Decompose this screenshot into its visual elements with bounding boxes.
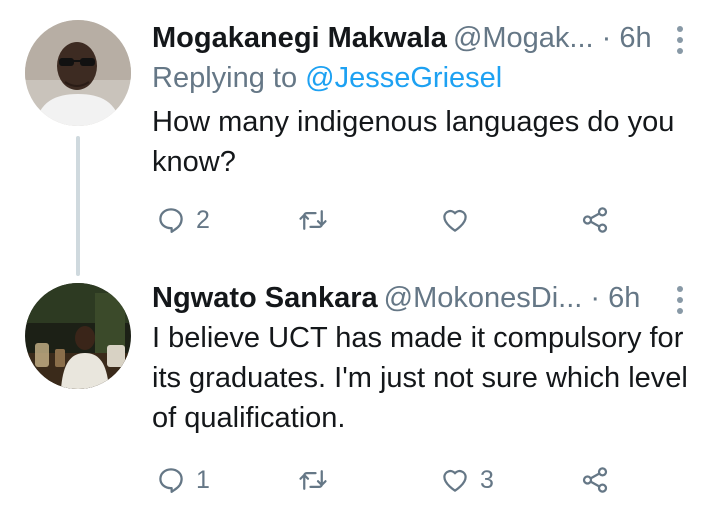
author-name[interactable]: Mogakanegi Makwala bbox=[152, 22, 447, 54]
tweet-actions: 1 3 bbox=[152, 460, 720, 500]
retweet-icon bbox=[299, 210, 327, 230]
reply-button[interactable]: 2 bbox=[156, 200, 210, 240]
replying-to-label: Replying to bbox=[152, 62, 298, 94]
avatar[interactable] bbox=[25, 20, 131, 126]
like-count: 3 bbox=[480, 465, 494, 494]
reply-count: 1 bbox=[196, 465, 210, 494]
share-icon bbox=[582, 467, 608, 493]
tweet-content: Mogakanegi Makwala @Mogak... · 6h Replyin… bbox=[152, 18, 720, 234]
timestamp[interactable]: 6h bbox=[619, 22, 651, 54]
tweet-text: How many indigenous languages do you kno… bbox=[152, 106, 675, 178]
reply-icon bbox=[159, 208, 183, 233]
more-options-icon[interactable] bbox=[676, 26, 684, 54]
share-button[interactable] bbox=[580, 460, 610, 500]
tweet[interactable]: Ngwato Sankara @MokonesDi... · 6h I belie… bbox=[0, 265, 720, 513]
author-handle[interactable]: @Mogak... bbox=[453, 22, 594, 54]
tweet-header: Ngwato Sankara @MokonesDi... · 6h bbox=[152, 278, 720, 318]
tweet[interactable]: Mogakanegi Makwala @Mogak... · 6h Replyin… bbox=[0, 0, 720, 276]
share-button[interactable] bbox=[580, 200, 610, 240]
thread-line bbox=[76, 136, 80, 276]
tweet-text: I believe UCT has made it compulsory for… bbox=[152, 322, 688, 434]
separator-dot: · bbox=[601, 22, 612, 54]
like-button[interactable]: 3 bbox=[440, 460, 494, 500]
separator-dot: · bbox=[590, 282, 601, 314]
replying-to: Replying to @JesseGriesel bbox=[152, 58, 720, 98]
replying-to-mention[interactable]: @JesseGriesel bbox=[305, 62, 502, 94]
author-handle[interactable]: @MokonesDi... bbox=[384, 282, 583, 314]
timestamp[interactable]: 6h bbox=[608, 282, 640, 314]
share-icon bbox=[582, 207, 608, 233]
like-button[interactable] bbox=[440, 200, 480, 240]
reply-button[interactable]: 1 bbox=[156, 460, 210, 500]
tweet-content: Ngwato Sankara @MokonesDi... · 6h I belie… bbox=[152, 278, 720, 494]
more-options-icon[interactable] bbox=[676, 286, 684, 314]
reply-icon bbox=[159, 468, 183, 493]
author-name[interactable]: Ngwato Sankara bbox=[152, 282, 378, 314]
tweet-actions: 2 bbox=[152, 200, 720, 240]
retweet-button[interactable] bbox=[298, 200, 338, 240]
like-icon bbox=[443, 469, 467, 492]
retweet-icon bbox=[299, 470, 327, 490]
avatar[interactable] bbox=[25, 283, 131, 389]
reply-count: 2 bbox=[196, 205, 210, 234]
tweet-header: Mogakanegi Makwala @Mogak... · 6h bbox=[152, 18, 720, 58]
like-icon bbox=[443, 209, 467, 232]
retweet-button[interactable] bbox=[298, 460, 338, 500]
